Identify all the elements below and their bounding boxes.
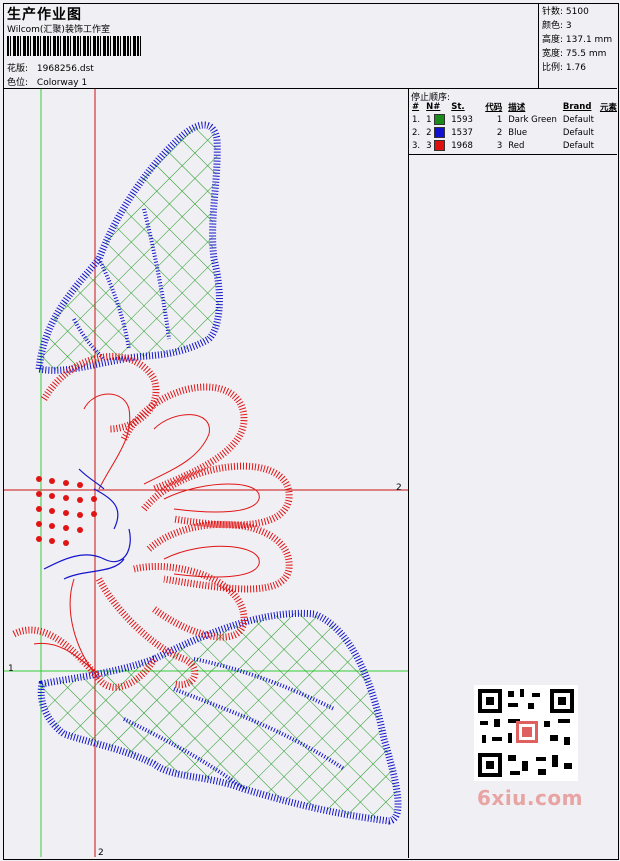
watermark: 6xiu.com [477,786,583,810]
design-file-row: 花版: 1968256.dst [7,61,94,74]
company-name: Wilcom(汇聚)装饰工作室 [7,25,110,35]
embroidery-design: 2 1 2 [4,89,408,857]
stop-sequence-table: # N# St. 代码 描述 Brand 元素 1. 1 1593 1 Dark… [409,100,620,152]
table-row: 2. 2 1537 2 Blue Default [412,127,594,138]
stat-height: 高度: 137.1 mm [542,35,613,45]
color-swatch [434,114,446,125]
stat-scale: 比例: 1.76 [542,63,586,73]
panel-divider [408,88,409,858]
center-branches [43,468,131,580]
stat-stitches: 针数: 5100 [542,7,589,17]
guide-label-h-red: 2 [396,483,402,493]
barcode [7,36,142,56]
stops-divider [408,154,617,155]
sheet-title: 生产作业图 [7,7,82,23]
top-leaf [35,121,223,374]
color-swatch [434,140,446,151]
stat-width: 宽度: 75.5 mm [542,49,607,59]
guide-label-h-green: 1 [8,664,14,674]
table-row: 3. 3 1968 3 Red Default [412,140,594,151]
guide-label-v-red: 2 [98,848,104,857]
colorway-label: 色位: [7,78,29,88]
qr-code [474,685,578,781]
stats-panel: 针数: 5100 颜色: 3 高度: 137.1 mm 宽度: 75.5 mm … [538,4,617,88]
design-file-value: 1968256.dst [36,64,94,74]
color-swatch [434,127,446,138]
design-file-label: 花版: [7,64,29,74]
colorway-row: 色位: Colorway 1 [7,75,87,88]
center-stars [36,476,97,546]
stat-colors: 颜色: 3 [542,21,572,31]
colorway-value: Colorway 1 [36,78,88,88]
table-row: 1. 1 1593 1 Dark Green Default [412,114,594,125]
stop-table-header: # N# St. 代码 描述 Brand 元素 [412,101,617,113]
